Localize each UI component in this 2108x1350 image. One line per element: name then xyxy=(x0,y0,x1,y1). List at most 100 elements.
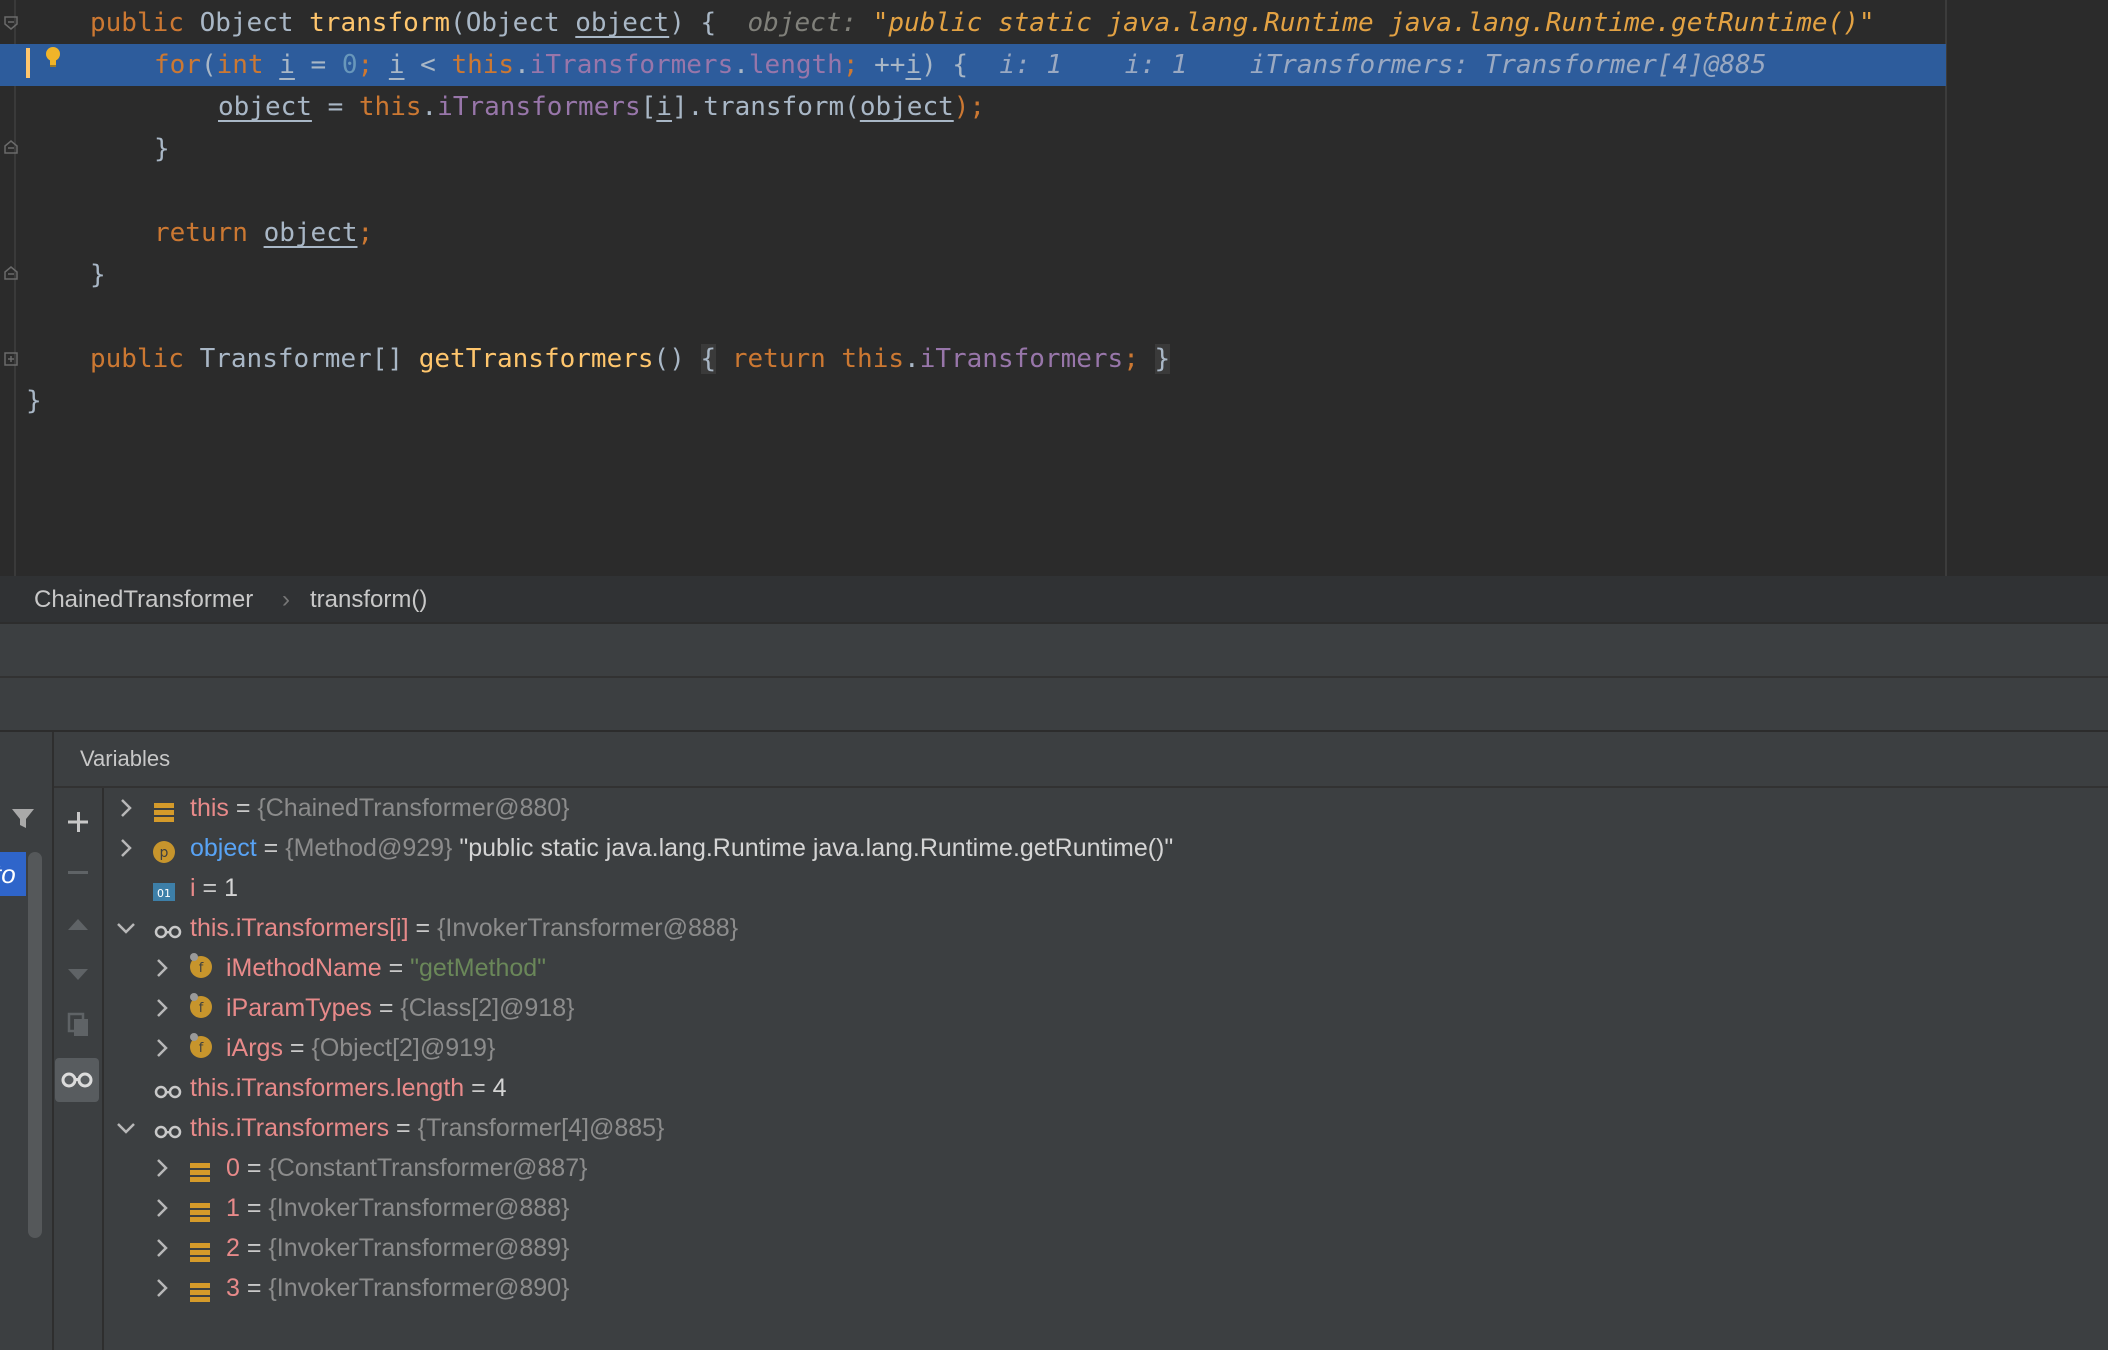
variable-text: this = {ChainedTransformer@880} xyxy=(190,788,570,828)
semicolon: ; xyxy=(1123,344,1155,374)
code-line-method-signature[interactable]: public Object transform(Object object) {… xyxy=(0,2,2108,44)
code-line-brace[interactable]: } xyxy=(0,128,2108,170)
code-line-brace[interactable]: } xyxy=(0,254,2108,296)
variable-text: 1 = {InvokerTransformer@888} xyxy=(226,1188,569,1228)
folded-brace-open[interactable]: { xyxy=(700,344,717,374)
variable-row[interactable]: 0 = {ConstantTransformer@887} xyxy=(0,1148,2000,1188)
inline-debug-hint: i: 1 xyxy=(1124,50,1188,80)
var-i: i xyxy=(388,50,405,80)
variable-reference: {Class[2]@918} xyxy=(400,994,575,1022)
watch-icon xyxy=(152,916,182,940)
variables-panel: to Variables this = {ChainedTransformer@… xyxy=(0,730,2108,1350)
variable-row[interactable]: 1 = {InvokerTransformer@888} xyxy=(0,1188,2000,1228)
variable-reference: {InvokerTransformer@890} xyxy=(268,1274,570,1302)
variable-row[interactable]: f iArgs = {Object[2]@919} xyxy=(0,1028,2000,1068)
bracket: [ xyxy=(640,92,657,122)
variable-name: 3 xyxy=(226,1274,240,1302)
variable-reference: {Object[2]@919} xyxy=(311,1034,496,1062)
equals-sign: = xyxy=(371,994,401,1022)
equals-sign: = xyxy=(408,914,438,942)
code-line-execution-point[interactable]: for(int i = 0; i < this.iTransformers.le… xyxy=(0,44,1946,86)
code-line-assignment[interactable]: object = this.iTransformers[i].transform… xyxy=(0,86,2108,128)
lightbulb-icon[interactable] xyxy=(44,46,62,68)
code-line-return[interactable]: return object; xyxy=(0,212,2108,254)
method-name: transform xyxy=(309,8,451,38)
variable-text: 0 = {ConstantTransformer@887} xyxy=(226,1148,587,1188)
chevron-right-icon[interactable] xyxy=(152,1188,172,1228)
field-icon: f xyxy=(188,1032,212,1058)
chevron-down-icon[interactable] xyxy=(116,908,136,948)
paren-close: ) { xyxy=(921,50,969,80)
code-line-brace[interactable]: } xyxy=(0,380,2108,422)
equals-sign: = xyxy=(239,1154,269,1182)
variable-row[interactable]: f iParamTypes = {Class[2]@918} xyxy=(0,988,2000,1028)
equals-sign: = xyxy=(381,954,411,982)
operator: ++ xyxy=(874,50,906,80)
dot: . xyxy=(733,50,749,80)
breadcrumb-class[interactable]: ChainedTransformer xyxy=(34,586,253,614)
variable-row[interactable]: p object = {Method@929} "public static ja… xyxy=(0,828,2000,868)
chevron-right-icon[interactable] xyxy=(116,788,136,828)
variable-row[interactable]: f iMethodName = "getMethod" xyxy=(0,948,2000,988)
variable-name: this.iTransformers.length xyxy=(190,1074,465,1102)
field-stack-icon xyxy=(188,1156,212,1182)
primitive-icon: 01 xyxy=(152,876,176,901)
variable-reference: {ConstantTransformer@887} xyxy=(268,1154,588,1182)
variable-text: 3 = {InvokerTransformer@890} xyxy=(226,1268,569,1308)
var-object: object xyxy=(218,92,312,122)
variable-row[interactable]: this.iTransformers[i] = {InvokerTransfor… xyxy=(0,908,2000,948)
variable-row[interactable]: 3 = {InvokerTransformer@890} xyxy=(0,1268,2000,1308)
variable-name: this xyxy=(190,794,229,822)
variable-text: iMethodName = "getMethod" xyxy=(226,948,546,988)
variable-text: iArgs = {Object[2]@919} xyxy=(226,1028,495,1068)
variable-value: 4 xyxy=(492,1074,507,1102)
paren: ( xyxy=(200,50,217,80)
keyword-for: for xyxy=(154,50,201,80)
code-editor[interactable]: public Object transform(Object object ) {… xyxy=(0,0,2108,576)
var-i: i xyxy=(905,50,922,80)
variable-name: iParamTypes xyxy=(226,994,372,1022)
dot: . xyxy=(421,92,438,122)
variable-name: object xyxy=(190,834,257,862)
code-line-get-transformers[interactable]: public Transformer[] getTransformers() {… xyxy=(0,338,2108,380)
keyword: public xyxy=(90,344,184,374)
folded-brace-close[interactable]: } xyxy=(1154,344,1171,374)
chevron-right-icon[interactable] xyxy=(152,1268,172,1308)
closing-brace: } xyxy=(26,386,42,416)
keyword: public xyxy=(90,8,184,38)
dot: . xyxy=(904,344,920,374)
watch-icon xyxy=(152,1116,182,1140)
variable-row[interactable]: 01 i = 1 xyxy=(0,868,2000,908)
inline-debug-hint-label: object: xyxy=(747,8,873,38)
chevron-right-icon[interactable] xyxy=(152,948,172,988)
chevron-right-icon[interactable] xyxy=(152,988,172,1028)
chevron-right-icon[interactable] xyxy=(152,1228,172,1268)
inline-debug-hint-value: "public static java.lang.Runtime java.la… xyxy=(872,8,1875,38)
chevron-right-icon[interactable] xyxy=(116,828,136,868)
equals-sign: = xyxy=(239,1194,269,1222)
equals-sign: = xyxy=(228,794,258,822)
breadcrumb-method[interactable]: transform() xyxy=(310,586,427,614)
statement-end: ); xyxy=(953,92,986,122)
equals-sign: = xyxy=(195,874,225,902)
variable-row[interactable]: 2 = {InvokerTransformer@889} xyxy=(0,1228,2000,1268)
number-literal: 0 xyxy=(341,50,358,80)
return-type: Object xyxy=(183,8,310,38)
svg-text:01: 01 xyxy=(157,887,171,900)
params-open: (Object xyxy=(450,8,576,38)
svg-text:p: p xyxy=(160,845,169,861)
variable-row[interactable]: this.iTransformers = {Transformer[4]@885… xyxy=(0,1108,2000,1148)
chevron-right-icon[interactable] xyxy=(152,1028,172,1068)
variable-text: 2 = {InvokerTransformer@889} xyxy=(226,1228,569,1268)
chevron-down-icon[interactable] xyxy=(116,1108,136,1148)
semicolon: ; xyxy=(357,218,374,248)
variable-name: iMethodName xyxy=(226,954,382,982)
variable-row[interactable]: this.iTransformers.length = 4 xyxy=(0,1068,2000,1108)
variable-string-value: "getMethod" xyxy=(410,954,547,982)
variable-row[interactable]: this = {ChainedTransformer@880} xyxy=(0,788,2000,828)
field-stack-icon xyxy=(188,1276,212,1302)
variable-reference: {InvokerTransformer@888} xyxy=(268,1194,570,1222)
chevron-right-icon[interactable] xyxy=(152,1148,172,1188)
field-length: length xyxy=(748,50,843,80)
